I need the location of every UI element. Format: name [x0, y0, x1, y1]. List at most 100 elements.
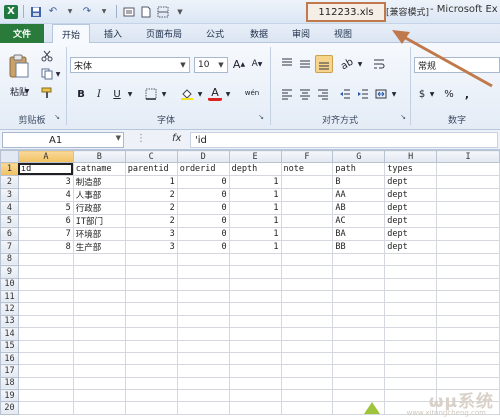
select-all-corner[interactable] — [0, 150, 19, 164]
cell[interactable] — [280, 314, 334, 329]
cell[interactable] — [72, 277, 126, 291]
cell[interactable] — [280, 277, 334, 291]
cell[interactable]: depth — [228, 162, 282, 176]
cell[interactable]: catname — [72, 162, 126, 176]
row-header[interactable]: 13 — [0, 314, 19, 329]
cell[interactable] — [17, 339, 74, 353]
cell[interactable] — [124, 277, 178, 291]
cell[interactable]: 8 — [17, 239, 74, 254]
expand-handle-icon[interactable]: ⋮ — [136, 133, 146, 144]
cell[interactable] — [280, 339, 334, 353]
phonetic-wen-icon[interactable]: wén — [242, 85, 262, 101]
cell[interactable]: dept — [384, 187, 438, 202]
cell[interactable]: id — [17, 162, 74, 176]
cell[interactable] — [436, 174, 500, 189]
underline-dropdown-icon[interactable]: ▼ — [126, 87, 134, 101]
cell[interactable] — [436, 314, 500, 329]
cell[interactable] — [124, 265, 178, 279]
cell[interactable] — [436, 162, 500, 176]
cell[interactable] — [228, 327, 282, 341]
cell[interactable] — [17, 314, 74, 329]
cell[interactable]: BA — [332, 226, 386, 241]
cell[interactable]: 1 — [228, 187, 282, 202]
cell[interactable] — [72, 401, 126, 415]
cell[interactable]: 1 — [228, 200, 282, 215]
cell[interactable]: IT部门 — [72, 213, 126, 228]
cell[interactable] — [384, 277, 438, 291]
cell[interactable] — [176, 314, 230, 329]
tab-home[interactable]: 开始 — [52, 24, 90, 44]
cell[interactable] — [228, 265, 282, 279]
cell[interactable] — [436, 364, 500, 378]
cell[interactable] — [72, 289, 126, 304]
cell[interactable] — [228, 289, 282, 304]
cell[interactable] — [17, 252, 74, 267]
cell[interactable] — [436, 187, 500, 202]
column-header[interactable]: H — [384, 150, 438, 164]
font-color-icon[interactable]: A — [208, 86, 222, 101]
row-header[interactable]: 15 — [0, 339, 19, 353]
increase-indent-icon[interactable] — [356, 87, 370, 101]
cell[interactable] — [280, 239, 334, 254]
cell[interactable]: dept — [384, 213, 438, 228]
fill-color-icon[interactable] — [180, 87, 194, 101]
orientation-dropdown-icon[interactable]: ▼ — [356, 57, 364, 71]
fill-color-dropdown-icon[interactable]: ▼ — [196, 87, 204, 101]
redo-dropdown-icon[interactable]: ▼ — [97, 5, 111, 19]
cell[interactable] — [228, 376, 282, 391]
undo-dropdown-icon[interactable]: ▼ — [63, 5, 77, 19]
cell[interactable]: 行政部 — [72, 200, 126, 215]
column-header[interactable]: C — [124, 150, 178, 164]
clipboard-launcher-icon[interactable]: ↘ — [52, 113, 62, 121]
cell[interactable] — [436, 252, 500, 267]
cell[interactable] — [436, 327, 500, 341]
format-painter-icon[interactable] — [40, 86, 54, 100]
cell[interactable] — [176, 302, 230, 316]
cell[interactable] — [72, 364, 126, 378]
orientation-icon[interactable]: ab — [337, 54, 356, 73]
cell[interactable] — [332, 327, 386, 341]
cell[interactable]: 0 — [176, 187, 230, 202]
cell[interactable] — [124, 314, 178, 329]
cell[interactable] — [436, 226, 500, 241]
cell[interactable] — [280, 289, 334, 304]
cell[interactable] — [436, 277, 500, 291]
cell[interactable]: AB — [332, 200, 386, 215]
cell[interactable]: 3 — [124, 226, 178, 241]
cell[interactable] — [280, 187, 334, 202]
cell[interactable] — [384, 364, 438, 378]
cell[interactable] — [436, 239, 500, 254]
bold-button[interactable]: B — [74, 87, 88, 101]
row-header[interactable]: 12 — [0, 302, 19, 316]
cell[interactable]: parentid — [124, 162, 178, 176]
align-left-icon[interactable] — [280, 87, 294, 101]
cell[interactable] — [124, 339, 178, 353]
align-right-icon[interactable] — [316, 87, 330, 101]
cell[interactable] — [17, 277, 74, 291]
cell[interactable]: dept — [384, 174, 438, 189]
cell[interactable]: 5 — [17, 200, 74, 215]
borders-icon[interactable] — [144, 87, 158, 101]
cell[interactable] — [384, 302, 438, 316]
cell[interactable] — [176, 351, 230, 366]
row-header[interactable]: 1 — [0, 162, 19, 176]
borders-dropdown-icon[interactable]: ▼ — [160, 87, 168, 101]
cell[interactable]: dept — [384, 226, 438, 241]
row-header[interactable]: 5 — [0, 213, 19, 228]
insert-function-icon[interactable]: fx — [172, 133, 181, 144]
row-header[interactable]: 6 — [0, 226, 19, 241]
cell[interactable] — [124, 376, 178, 391]
cell[interactable] — [384, 327, 438, 341]
cell[interactable] — [176, 339, 230, 353]
cell[interactable] — [124, 364, 178, 378]
align-center-icon[interactable] — [298, 87, 312, 101]
borders-icon[interactable] — [156, 5, 170, 19]
cell[interactable] — [228, 389, 282, 403]
cell[interactable] — [384, 339, 438, 353]
tab-view[interactable]: 视图 — [324, 24, 362, 43]
font-launcher-icon[interactable]: ↘ — [256, 113, 266, 121]
cell[interactable] — [280, 213, 334, 228]
cell[interactable] — [72, 265, 126, 279]
cell[interactable]: 4 — [17, 187, 74, 202]
row-header[interactable]: 4 — [0, 200, 19, 215]
